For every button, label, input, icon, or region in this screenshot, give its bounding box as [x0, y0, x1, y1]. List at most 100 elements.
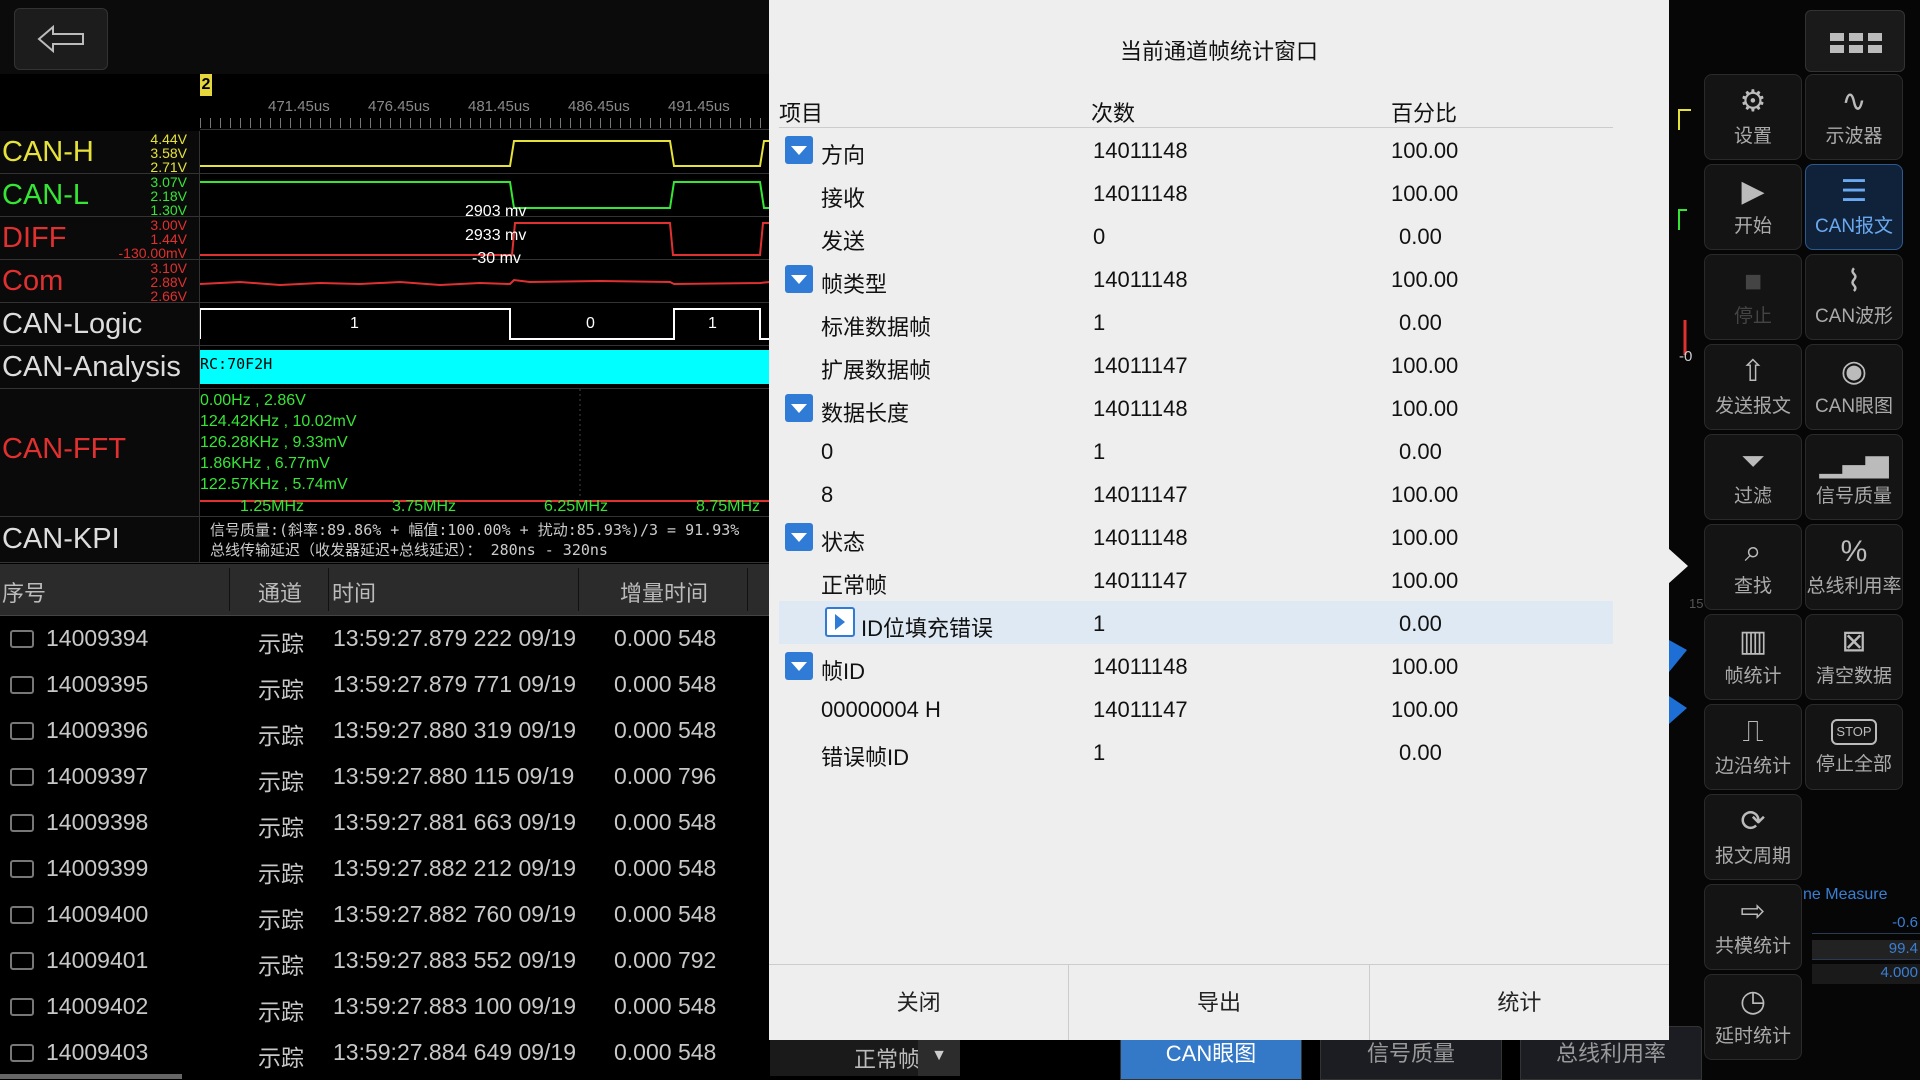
tools_right-button-1[interactable]: ☰ CAN报文 [1805, 164, 1903, 250]
expand-toggle-icon[interactable] [825, 607, 855, 637]
table-row[interactable]: 14009402 示踪 13:59:27.883 100 09/19 0.000 54… [0, 984, 770, 1030]
table-row[interactable]: 14009398 示踪 13:59:27.881 663 09/19 0.000 54… [0, 800, 770, 846]
table-row[interactable]: 14009400 示踪 13:59:27.882 760 09/19 0.000 54… [0, 892, 770, 938]
stats-row[interactable]: 00000004 H 14011147 100.00 [779, 687, 1613, 730]
row-delta: 0.000 548 [614, 1039, 717, 1065]
tools_left-button-2[interactable]: ■ 停止 [1704, 254, 1802, 340]
channel-row-can-fft[interactable]: CAN-FFT 0.00Hz , 2.86V 124.42KHz , 10.02… [0, 389, 770, 517]
status-filter-select[interactable]: 正常帧 ▼ [770, 1036, 960, 1076]
chevron-down-icon[interactable]: ▼ [918, 1036, 960, 1076]
col-header-time[interactable]: 时间 [332, 576, 376, 608]
edge-stats-icon: ⎍ [1742, 715, 1764, 748]
row-seq: 14009395 [46, 671, 149, 697]
tools_left-button-9[interactable]: ⇨ 共模统计 [1704, 884, 1802, 970]
menu-button[interactable] [1805, 10, 1905, 72]
close-button[interactable]: 关闭 [769, 965, 1070, 1040]
collapse-toggle-icon[interactable] [785, 652, 813, 680]
stats-row[interactable]: 0 1 0.00 [779, 429, 1613, 472]
tools_left-button-5[interactable]: ⌕ 查找 [1704, 524, 1802, 610]
tools_right-button-3[interactable]: ◉ CAN眼图 [1805, 344, 1903, 430]
tools_left-button-3[interactable]: ⇧ 发送报文 [1704, 344, 1802, 430]
channel-row-can-analysis[interactable]: CAN-Analysis RC:70F2H [0, 346, 770, 389]
tool-label: CAN波形 [1814, 306, 1894, 327]
stats-button[interactable]: 统计 [1370, 965, 1669, 1040]
tools_right-button-2[interactable]: ⌇ CAN波形 [1805, 254, 1903, 340]
channel-row-can-l[interactable]: CAN-L 3.07V 2.18V 1.30V [0, 174, 770, 217]
channel-label[interactable]: CAN-FFT [0, 389, 200, 516]
collapse-toggle-icon[interactable] [785, 136, 813, 164]
stats-item-percent: 100.00 [1391, 396, 1459, 421]
trigger-marker[interactable]: 2 [200, 74, 212, 96]
table-row[interactable]: 14009396 示踪 13:59:27.880 319 09/19 0.000 54… [0, 708, 770, 754]
tools_right-button-4[interactable]: ▁▃▅ 信号质量 [1805, 434, 1903, 520]
stats-row[interactable]: ID位填充错误 1 0.00 [779, 601, 1613, 644]
col-header-count: 次数 [1091, 101, 1136, 126]
col-header-channel[interactable]: 通道 [258, 576, 302, 608]
fft-plot[interactable]: 0.00Hz , 2.86V 124.42KHz , 10.02mV 126.2… [200, 389, 770, 516]
tools_left-button-7[interactable]: ⎍ 边沿统计 [1704, 704, 1802, 790]
tools_left-button-6[interactable]: ▥ 帧统计 [1704, 614, 1802, 700]
tools_right-button-0[interactable]: ∿ 示波器 [1805, 74, 1903, 160]
channel-row-diff[interactable]: DIFF 3.00V 1.44V -130.00mV 2903 mv 2933 mv [0, 203, 770, 260]
analysis-bar[interactable]: RC:70F2H [200, 350, 770, 384]
row-delta: 0.000 548 [614, 901, 717, 927]
channel-label[interactable]: CAN-H 4.44V 3.58V 2.71V [0, 131, 200, 174]
channel-label[interactable]: CAN-L 3.07V 2.18V 1.30V [0, 174, 200, 217]
channel-row-can-logic[interactable]: CAN-Logic 1 0 1 [0, 303, 770, 346]
logic-plot[interactable]: 1 0 1 [199, 303, 770, 345]
row-seq: 14009398 [46, 809, 149, 835]
stats-group-row[interactable]: 方向 14011148 100.00 [779, 128, 1613, 171]
table-row[interactable]: 14009395 示踪 13:59:27.879 771 09/19 0.000 54… [0, 662, 770, 708]
stats-group-row[interactable]: 状态 14011148 100.00 [779, 515, 1613, 558]
table-row[interactable]: 14009401 示踪 13:59:27.883 552 09/19 0.000 79… [0, 938, 770, 984]
col-header-delta[interactable]: 增量时间 [620, 576, 708, 608]
col-header-seq[interactable]: 序号 [2, 576, 46, 608]
measure-annotation: -30 mv [472, 250, 521, 267]
fft-peak: 0.00Hz , 2.86V [200, 392, 306, 409]
message-icon [10, 998, 34, 1016]
collapse-toggle-icon[interactable] [785, 523, 813, 551]
collapse-toggle-icon[interactable] [785, 394, 813, 422]
channel-row-can-h[interactable]: CAN-H 4.44V 3.58V 2.71V [0, 131, 770, 174]
stats-item-count: 14011147 [1093, 482, 1188, 507]
stats-row[interactable]: 错误帧ID 1 0.00 [779, 730, 1613, 773]
frame-stats-dialog: 当前通道帧统计窗口 项目 次数 百分比 方向 14011148 100.00 接收 14… [769, 0, 1669, 1040]
row-seq: 14009399 [46, 855, 149, 881]
waveform-plot[interactable] [200, 131, 770, 173]
channel-label[interactable]: Com 3.10V 2.88V 2.66V [0, 260, 200, 303]
table-row[interactable]: 14009394 示踪 13:59:27.879 222 09/19 0.000 54… [0, 616, 770, 662]
collapse-toggle-icon[interactable] [785, 265, 813, 293]
channel-label[interactable]: CAN-Logic [0, 303, 200, 345]
tools_right-button-7[interactable]: STOP 停止全部 [1805, 704, 1903, 790]
stats-group-row[interactable]: 数据长度 14011148 100.00 [779, 386, 1613, 429]
tools_left-button-8[interactable]: ⟳ 报文周期 [1704, 794, 1802, 880]
table-row[interactable]: 14009399 示踪 13:59:27.882 212 09/19 0.000 54… [0, 846, 770, 892]
export-button[interactable]: 导出 [1069, 965, 1370, 1040]
tools_left-button-10[interactable]: ◷ 延时统计 [1704, 974, 1802, 1060]
stats-row[interactable]: 正常帧 14011147 100.00 [779, 558, 1613, 601]
stats-row[interactable]: 8 14011147 100.00 [779, 472, 1613, 515]
waveform-plot[interactable]: -30 mv [199, 250, 771, 302]
back-button[interactable] [14, 8, 108, 70]
channel-label[interactable]: CAN-Analysis [0, 346, 200, 388]
channel-row-can-kpi[interactable]: CAN-KPI 信号质量:(斜率:89.86% + 幅值:100.00% + 扰… [0, 517, 770, 563]
stats-group-row[interactable]: 帧ID 14011148 100.00 [779, 644, 1613, 687]
tools_left-button-4[interactable]: ⏷ 过滤 [1704, 434, 1802, 520]
stats-row[interactable]: 发送 0 0.00 [779, 214, 1613, 257]
table-row[interactable]: 14009397 示踪 13:59:27.880 115 09/19 0.000 79… [0, 754, 770, 800]
channel-row-com[interactable]: Com 3.10V 2.88V 2.66V -30 mv [0, 250, 771, 303]
stats-row[interactable]: 标准数据帧 1 0.00 [779, 300, 1613, 343]
stats-item-label: 方向 [821, 143, 866, 168]
stats-group-row[interactable]: 帧类型 14011148 100.00 [779, 257, 1613, 300]
stats-row[interactable]: 接收 14011148 100.00 [779, 171, 1613, 214]
tools_left-button-0[interactable]: ⚙ 设置 [1704, 74, 1802, 160]
channel-label[interactable]: CAN-KPI [0, 517, 200, 562]
tools_right-button-5[interactable]: % 总线利用率 [1805, 524, 1903, 610]
channel-label[interactable]: DIFF 3.00V 1.44V -130.00mV [0, 217, 200, 260]
tools_right-button-6[interactable]: ⊠ 清空数据 [1805, 614, 1903, 700]
tools_left-button-1[interactable]: ▶ 开始 [1704, 164, 1802, 250]
table-row[interactable]: 14009403 示踪 13:59:27.884 649 09/19 0.000 54… [0, 1030, 770, 1076]
stats-row[interactable]: 扩展数据帧 14011147 100.00 [779, 343, 1613, 386]
ruler-tick-label: 486.45us [568, 98, 630, 115]
table-scrollbar[interactable] [0, 1074, 182, 1079]
